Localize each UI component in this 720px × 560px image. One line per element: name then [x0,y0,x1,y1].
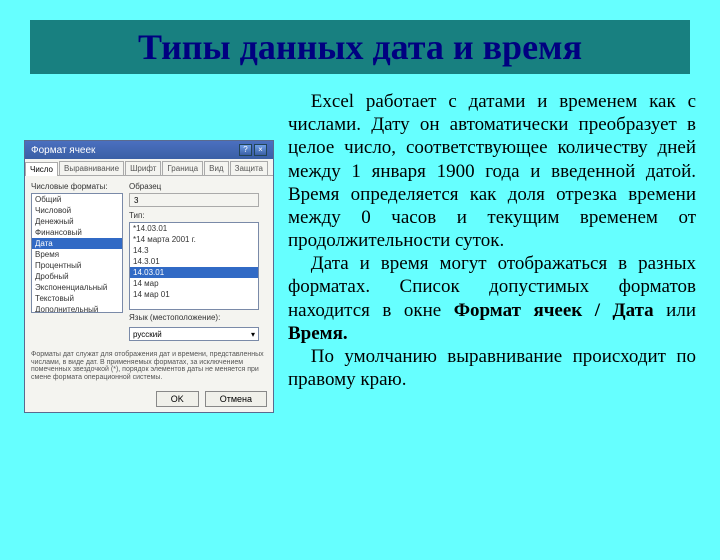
list-item[interactable]: Дробный [32,271,122,282]
list-item[interactable]: 14 мар [130,278,258,289]
tab-border[interactable]: Граница [162,161,203,175]
list-item[interactable]: Экспоненциальный [32,282,122,293]
category-list[interactable]: Общий Числовой Денежный Финансовый Дата … [31,193,123,313]
article-text: Excel работает с датами и временем как с… [288,90,696,413]
locale-label: Язык (местоположение): [129,313,259,322]
locale-select[interactable]: русский ▾ [129,327,259,341]
sample-box: 3 [129,193,259,207]
page-title: Типы данных дата и время [30,20,690,74]
dialog-caption: Формат ячеек [31,145,95,156]
list-item[interactable]: Время [32,249,122,260]
list-item[interactable]: Текстовый [32,293,122,304]
locale-value: русский [133,330,162,339]
list-item[interactable]: Финансовый [32,227,122,238]
chevron-down-icon: ▾ [251,330,255,339]
sample-label: Образец [129,182,259,191]
bold-format-cells: Формат ячеек / Дата [454,300,654,321]
paragraph-1: Excel работает с датами и временем как с… [288,91,696,251]
help-icon[interactable]: ? [239,144,252,156]
tab-view[interactable]: Вид [204,161,228,175]
list-item[interactable]: *14 марта 2001 г. [130,234,258,245]
list-item[interactable]: *14.03.01 [130,223,258,234]
list-item[interactable]: Дополнительный [32,304,122,313]
list-item[interactable]: Дата [32,238,122,249]
list-item[interactable]: 14.3 [130,245,258,256]
dialog-description: Форматы дат служат для отображения дат и… [25,347,273,386]
paragraph-2-mid: или [654,300,696,321]
tab-number[interactable]: Число [25,162,58,176]
content-area: Формат ячеек ? × Число Выравнивание Шриф… [0,90,720,413]
close-icon[interactable]: × [254,144,267,156]
list-item[interactable]: Общий [32,194,122,205]
paragraph-3: По умолчанию выравнивание про­исходит по… [288,346,696,390]
category-label: Числовые форматы: [31,182,123,191]
dialog-titlebar: Формат ячеек ? × [25,141,273,159]
dialog-button-bar: OK Отмена [25,386,273,412]
type-label: Тип: [129,211,259,220]
tab-protect[interactable]: Защита [230,161,268,175]
dialog-tabs: Число Выравнивание Шрифт Граница Вид Защ… [25,159,273,176]
list-item[interactable]: Числовой [32,205,122,216]
tab-font[interactable]: Шрифт [125,161,161,175]
list-item[interactable]: 14.03.01 [130,267,258,278]
list-item[interactable]: 14 мар 01 [130,289,258,300]
ok-button[interactable]: OK [156,391,199,407]
dialog-body: Числовые форматы: Общий Числовой Денежны… [25,176,273,347]
type-list[interactable]: *14.03.01 *14 марта 2001 г. 14.3 14.3.01… [129,222,259,310]
list-item[interactable]: Денежный [32,216,122,227]
list-item[interactable]: Процентный [32,260,122,271]
format-cells-dialog: Формат ячеек ? × Число Выравнивание Шриф… [24,140,274,413]
list-item[interactable]: 14.3.01 [130,256,258,267]
tab-align[interactable]: Выравнивание [59,161,124,175]
bold-time: Время. [288,323,348,344]
cancel-button[interactable]: Отмена [205,391,267,407]
